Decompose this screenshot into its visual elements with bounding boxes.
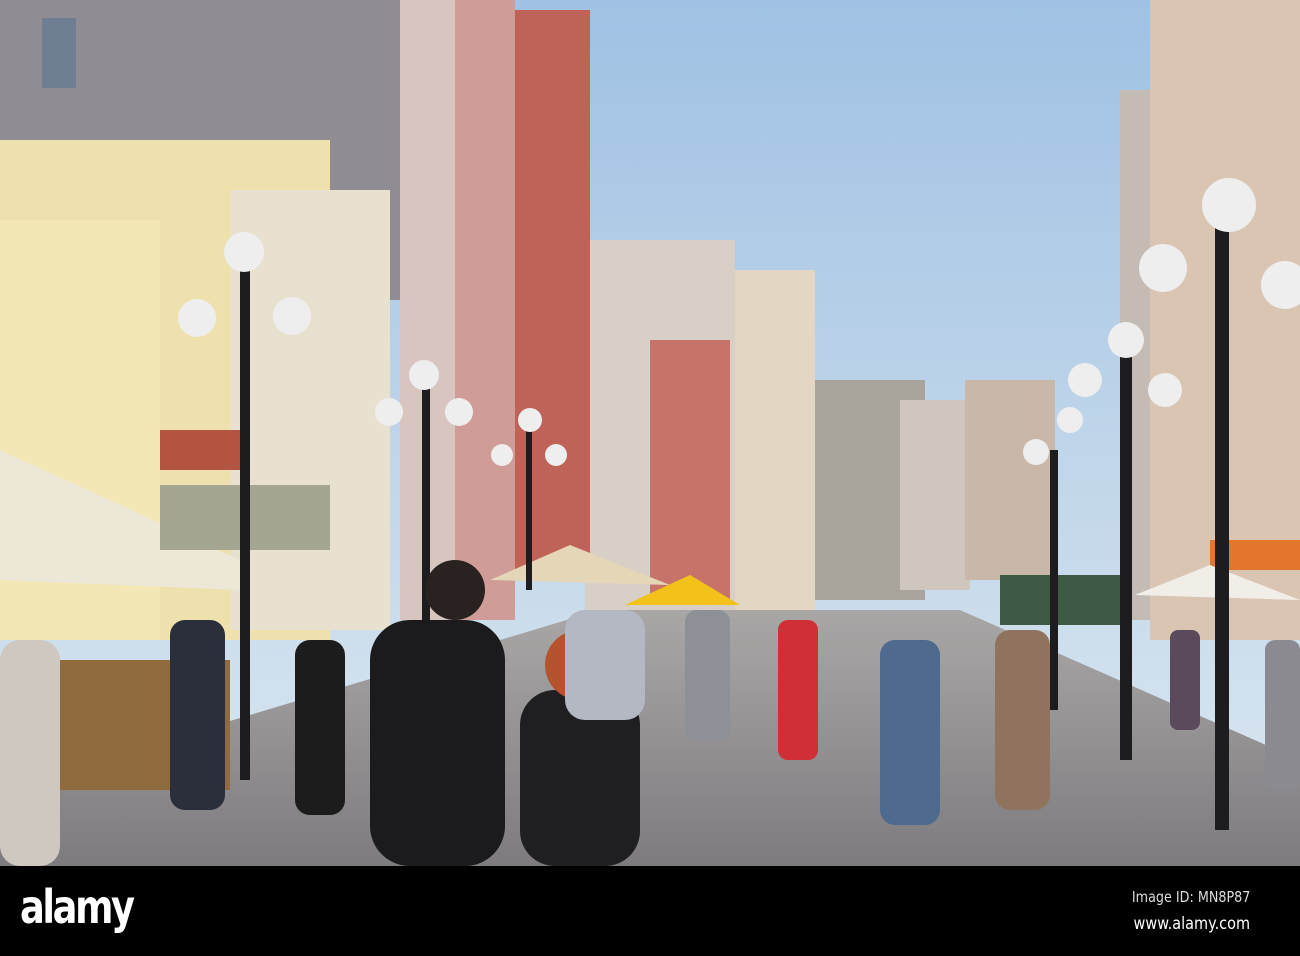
stock-photo: alamy Image ID: MN8P87 www.alamy.com	[0, 0, 1300, 956]
alamy-logo: alamy	[20, 880, 135, 934]
watermark-footer: alamy Image ID: MN8P87 www.alamy.com	[0, 866, 1300, 956]
site-url: www.alamy.com	[1133, 914, 1250, 934]
image-id: Image ID: MN8P87	[1131, 888, 1250, 906]
street-scene-photo	[0, 0, 1300, 866]
